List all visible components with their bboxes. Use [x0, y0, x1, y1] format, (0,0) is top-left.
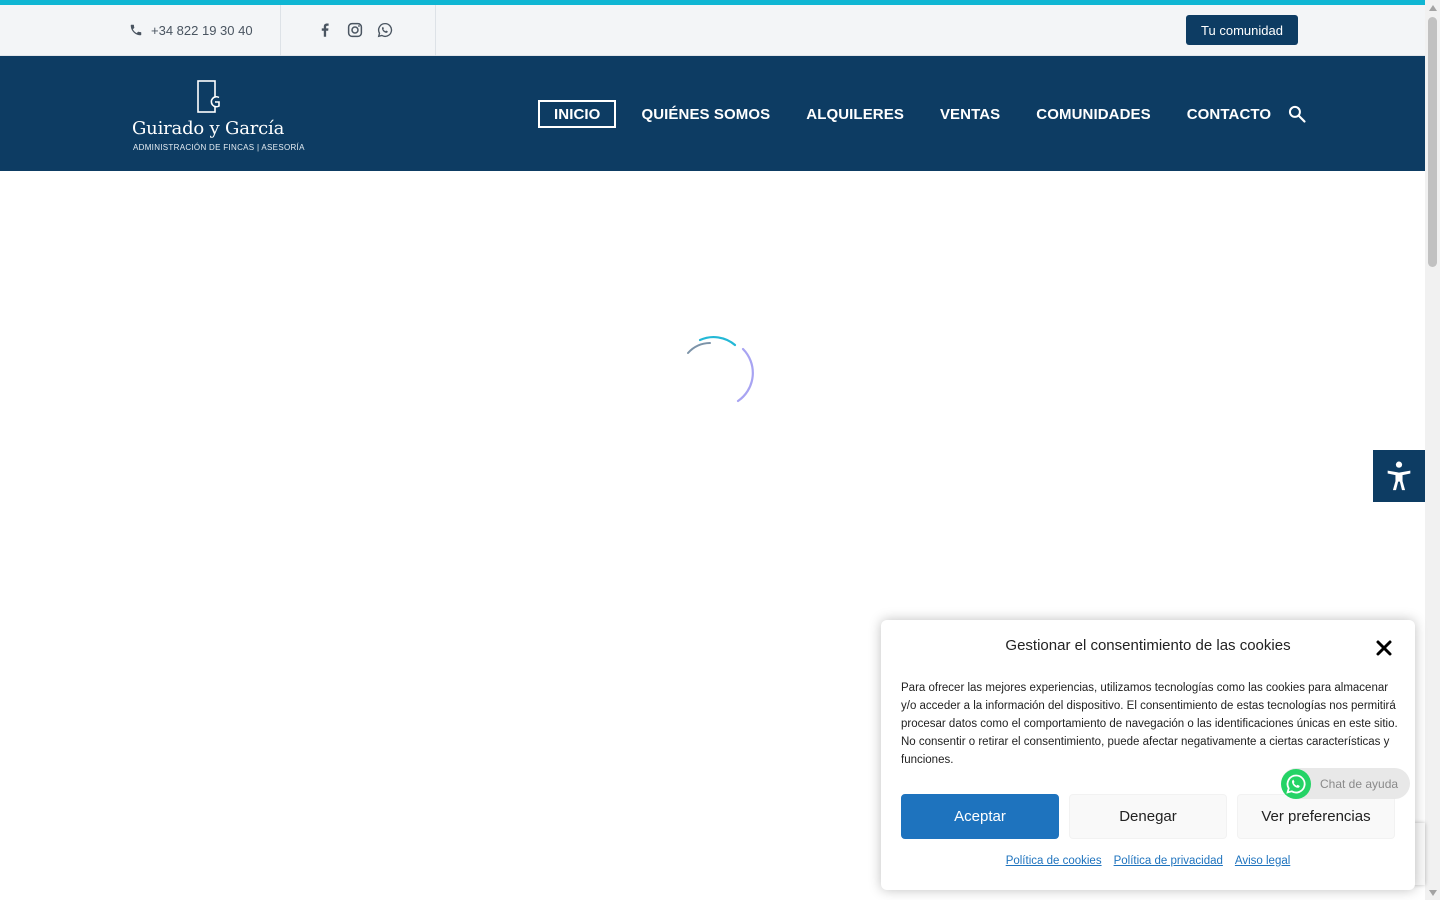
social-links — [316, 5, 394, 55]
nav-item-alquileres[interactable]: ALQUILERES — [791, 100, 919, 128]
close-icon[interactable] — [1375, 639, 1393, 657]
nav-item-comunidades[interactable]: COMUNIDADES — [1021, 100, 1165, 128]
search-icon[interactable] — [1287, 104, 1307, 124]
privacy-policy-link[interactable]: Política de privacidad — [1114, 855, 1223, 867]
scroll-down-arrow-icon[interactable] — [1425, 885, 1440, 900]
main-header: Guirado y García ADMINISTRACIÓN DE FINCA… — [0, 56, 1425, 171]
cookie-consent-dialog: Gestionar el consentimiento de las cooki… — [881, 620, 1415, 890]
brand-name: Guirado y García — [132, 118, 285, 139]
brand-tagline: ADMINISTRACIÓN DE FINCAS | ASESORÍA — [133, 143, 305, 152]
main-navigation: INICIO QUIÉNES SOMOS ALQUILERES VENTAS C… — [538, 100, 1286, 128]
cookie-policy-links: Política de cookies Política de privacid… — [881, 855, 1415, 867]
deny-cookies-button[interactable]: Denegar — [1069, 794, 1227, 839]
loading-spinner-icon — [687, 335, 754, 403]
whatsapp-chat-button[interactable]: Chat de ayuda — [1281, 768, 1410, 799]
cookie-policy-link[interactable]: Política de cookies — [1006, 855, 1102, 867]
nav-item-inicio[interactable]: INICIO — [538, 100, 617, 128]
whatsapp-icon — [1281, 768, 1311, 799]
facebook-icon[interactable] — [316, 21, 334, 39]
nav-item-contacto[interactable]: CONTACTO — [1172, 100, 1286, 128]
topbar-divider — [280, 5, 281, 56]
instagram-icon[interactable] — [346, 21, 364, 39]
phone-icon — [130, 24, 142, 36]
accept-cookies-button[interactable]: Aceptar — [901, 794, 1059, 839]
logo-mark-icon — [197, 80, 220, 113]
nav-item-ventas[interactable]: VENTAS — [925, 100, 1015, 128]
whatsapp-icon[interactable] — [376, 21, 394, 39]
topbar-divider — [435, 5, 436, 56]
phone-number: +34 822 19 30 40 — [151, 22, 253, 38]
accessibility-icon — [1387, 461, 1411, 491]
scrollbar-thumb[interactable] — [1428, 17, 1437, 267]
view-preferences-button[interactable]: Ver preferencias — [1237, 794, 1395, 839]
cookie-dialog-message: Para ofrecer las mejores experiencias, u… — [901, 682, 1398, 766]
phone-contact[interactable]: +34 822 19 30 40 — [129, 5, 253, 55]
legal-notice-link[interactable]: Aviso legal — [1235, 855, 1290, 867]
accessibility-button[interactable] — [1373, 450, 1425, 502]
brand-logo[interactable]: Guirado y García ADMINISTRACIÓN DE FINCA… — [132, 80, 305, 156]
nav-item-quienes-somos[interactable]: QUIÉNES SOMOS — [626, 100, 785, 128]
top-bar: +34 822 19 30 40 Tu comunidad — [0, 5, 1425, 56]
cookie-dialog-title: Gestionar el consentimiento de las cooki… — [1005, 637, 1291, 654]
page-scrollbar[interactable] — [1425, 0, 1440, 900]
tu-comunidad-button[interactable]: Tu comunidad — [1186, 15, 1298, 45]
scroll-up-arrow-icon[interactable] — [1425, 0, 1440, 15]
chat-help-label: Chat de ayuda — [1320, 776, 1399, 791]
